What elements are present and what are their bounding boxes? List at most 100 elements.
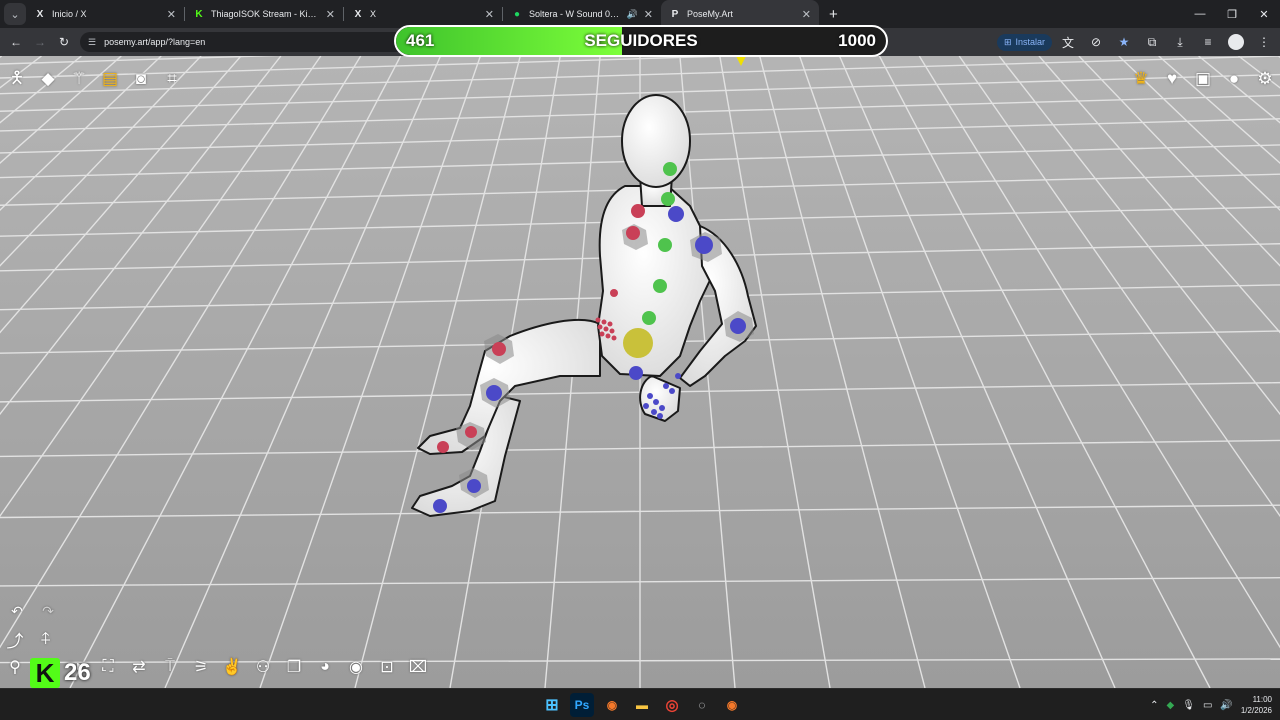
site-info-icon[interactable]: ☰ — [88, 37, 96, 48]
microphone-icon[interactable]: 🎙 — [1182, 700, 1195, 711]
translate-icon[interactable]: 文 — [1056, 30, 1080, 54]
tab-close-icon[interactable]: ✕ — [167, 8, 176, 21]
fullscreen-icon[interactable]: ⛶ — [97, 656, 119, 678]
tab-title: ThiagoISOK Stream - Kick Dashboard — [211, 9, 320, 19]
hand-pose-icon[interactable]: ✌ — [221, 656, 243, 678]
follower-goal-count: 1000 — [838, 31, 876, 50]
blender-alt-icon[interactable]: ◉ — [720, 693, 744, 717]
3d-viewport[interactable]: 🯅 ◆ ⚚ ▤ ◙ ⌗ ♛ ♥ ▣ ● ⚙ ↶ ↷ ⤴ ⍏ ⚲ ⟲ ◑ ⛶ ⇄ … — [0, 56, 1280, 688]
tab-close-icon[interactable]: ✕ — [485, 8, 494, 21]
swap-arrows-icon[interactable]: ⇄ — [128, 656, 150, 678]
crown-icon[interactable]: ♛ — [1130, 68, 1152, 90]
volume-icon[interactable]: 🔊 — [1220, 700, 1232, 711]
save-icon[interactable]: ▣ — [1192, 68, 1214, 90]
eye-off-icon[interactable]: ⊘ — [1084, 30, 1108, 54]
profile-avatar[interactable] — [1224, 30, 1248, 54]
download-icon[interactable]: ⤓ — [1168, 30, 1192, 54]
unlock-icon[interactable]: ⊡ — [376, 656, 398, 678]
browser-tab-inicio-x[interactable]: X Inicio / X ✕ — [26, 0, 184, 28]
camera-icon[interactable]: ◙ — [130, 68, 152, 90]
palette-icon[interactable]: ◕ — [314, 656, 336, 678]
windows-taskbar: ⊞ Ps ◉ ▬ ◎ ◌ ◉ ⌃ ◆ 🎙 ▭ 🔊 11:00 1/2/2026 — [0, 688, 1280, 720]
kick-pose-icon[interactable]: ⚞ — [190, 656, 212, 678]
browser-tab-posemyart[interactable]: P PoseMy.Art ✕ — [661, 0, 819, 28]
people-group-icon[interactable]: ⚇ — [252, 656, 274, 678]
clock-time: 11:00 — [1252, 695, 1272, 704]
document-icon[interactable]: ▤ — [99, 68, 121, 90]
minimize-icon[interactable]: — — [1184, 0, 1216, 28]
windows-start-icon[interactable]: ⊞ — [540, 693, 564, 717]
trash-icon[interactable]: ⌧ — [407, 656, 429, 678]
x-logo-icon: X — [354, 8, 362, 20]
forward-arrow-icon[interactable]: → — [28, 30, 52, 54]
scene-canvas[interactable] — [0, 56, 1280, 688]
tray-app-icon[interactable]: ◆ — [1167, 700, 1175, 711]
browser-tab-kick-dashboard[interactable]: K ThiagoISOK Stream - Kick Dashboard ✕ — [185, 0, 343, 28]
tab-search-icon[interactable]: ⌄ — [4, 3, 26, 25]
window-close-icon[interactable]: ✕ — [1248, 0, 1280, 28]
browser-tab-x[interactable]: X X ✕ — [344, 0, 502, 28]
install-icon: ⊞ — [1003, 36, 1012, 47]
figure-icon[interactable]: 🯅 — [6, 68, 28, 90]
eye-icon[interactable]: ◉ — [345, 656, 367, 678]
browser-tab-soltera[interactable]: ● Soltera - W Sound 01 • W Sound 🔊 ✕ — [503, 0, 661, 28]
copy-icon[interactable]: ❐ — [283, 656, 305, 678]
history-controls: ↶ ↷ — [6, 600, 59, 622]
bookmark-star-icon[interactable]: ★ — [1112, 30, 1136, 54]
more-menu-icon[interactable]: ⋮ — [1252, 30, 1276, 54]
toolbar-actions: ⊞ Instalar 文 ⊘ ★ ⧉ ⤓ ≡ ⋮ — [996, 30, 1276, 54]
kick-logo-icon: K — [195, 8, 203, 20]
file-explorer-icon[interactable]: ▬ — [630, 693, 654, 717]
restore-icon[interactable]: ❐ — [1216, 0, 1248, 28]
blender-icon[interactable]: ◉ — [600, 693, 624, 717]
back-arrow-icon[interactable]: ← — [4, 30, 28, 54]
mode-controls: ⤴ ⍏ — [4, 628, 57, 651]
kick-logo-icon: K — [30, 658, 60, 688]
clock-date: 1/2/2026 — [1240, 706, 1272, 715]
undo-icon[interactable]: ↶ — [6, 600, 28, 622]
redo-icon[interactable]: ↷ — [37, 600, 59, 622]
follower-label: SEGUIDORES — [584, 31, 698, 50]
top-left-toolbar: 🯅 ◆ ⚚ ▤ ◙ ⌗ — [6, 68, 183, 90]
display-icon[interactable]: ▭ — [1203, 700, 1212, 711]
chrome-icon[interactable]: ◎ — [660, 693, 684, 717]
extensions-puzzle-icon[interactable]: ⧉ — [1140, 30, 1164, 54]
head — [621, 94, 691, 188]
ik-mode-icon[interactable]: ⤴ — [4, 628, 26, 651]
posemyart-logo-icon: P — [671, 8, 679, 20]
t-pose-icon[interactable]: ⍑ — [159, 656, 181, 678]
tray-chevron-icon[interactable]: ⌃ — [1150, 700, 1158, 711]
browser-tab-strip: ⌄ X Inicio / X ✕ K ThiagoISOK Stream - K… — [0, 0, 1280, 28]
cube-icon[interactable]: ◆ — [37, 68, 59, 90]
system-tray: ⌃ ◆ 🎙 ▭ 🔊 11:00 1/2/2026 — [1150, 689, 1272, 720]
taskbar-clock[interactable]: 11:00 1/2/2026 — [1241, 694, 1272, 716]
install-app-button[interactable]: ⊞ Instalar — [996, 33, 1052, 51]
taskbar-apps: ⊞ Ps ◉ ▬ ◎ ◌ ◉ — [540, 693, 744, 717]
media-icon[interactable]: ≡ — [1196, 30, 1220, 54]
standing-figure-icon[interactable]: ⍏ — [35, 628, 57, 650]
follower-goal-bar: SEGUIDORES 461 1000 — [394, 25, 888, 57]
obs-icon[interactable]: ◌ — [690, 693, 714, 717]
kick-viewer-count: 26 — [64, 659, 91, 686]
tab-close-icon[interactable]: ✕ — [802, 8, 811, 21]
reload-icon[interactable]: ↻ — [52, 30, 76, 54]
walking-figure-icon[interactable]: ⚲ — [4, 656, 26, 678]
heart-icon[interactable]: ♥ — [1161, 68, 1183, 90]
tab-title: Inicio / X — [52, 9, 87, 19]
speaker-icon[interactable]: 🔊 — [627, 9, 638, 20]
tab-close-icon[interactable]: ✕ — [326, 8, 335, 21]
tab-close-icon[interactable]: ✕ — [644, 8, 653, 21]
new-tab-plus-icon[interactable]: + — [829, 6, 838, 23]
settings-icon[interactable]: ⚙ — [1254, 68, 1276, 90]
group-pose-icon[interactable]: ⚚ — [68, 68, 90, 90]
kick-stream-overlay: K 26 — [30, 656, 100, 688]
photoshop-icon[interactable]: Ps — [570, 693, 594, 717]
url-text: posemy.art/app/?lang=en — [104, 37, 206, 47]
spotify-logo-icon: ● — [513, 8, 521, 20]
x-logo-icon: X — [36, 8, 44, 20]
follower-current-count: 461 — [406, 31, 435, 50]
crop-icon[interactable]: ⌗ — [161, 68, 183, 90]
top-right-toolbar: ♛ ♥ ▣ ● ⚙ — [1130, 68, 1276, 90]
user-icon[interactable]: ● — [1223, 68, 1245, 90]
tab-title: PoseMy.Art — [687, 9, 733, 19]
